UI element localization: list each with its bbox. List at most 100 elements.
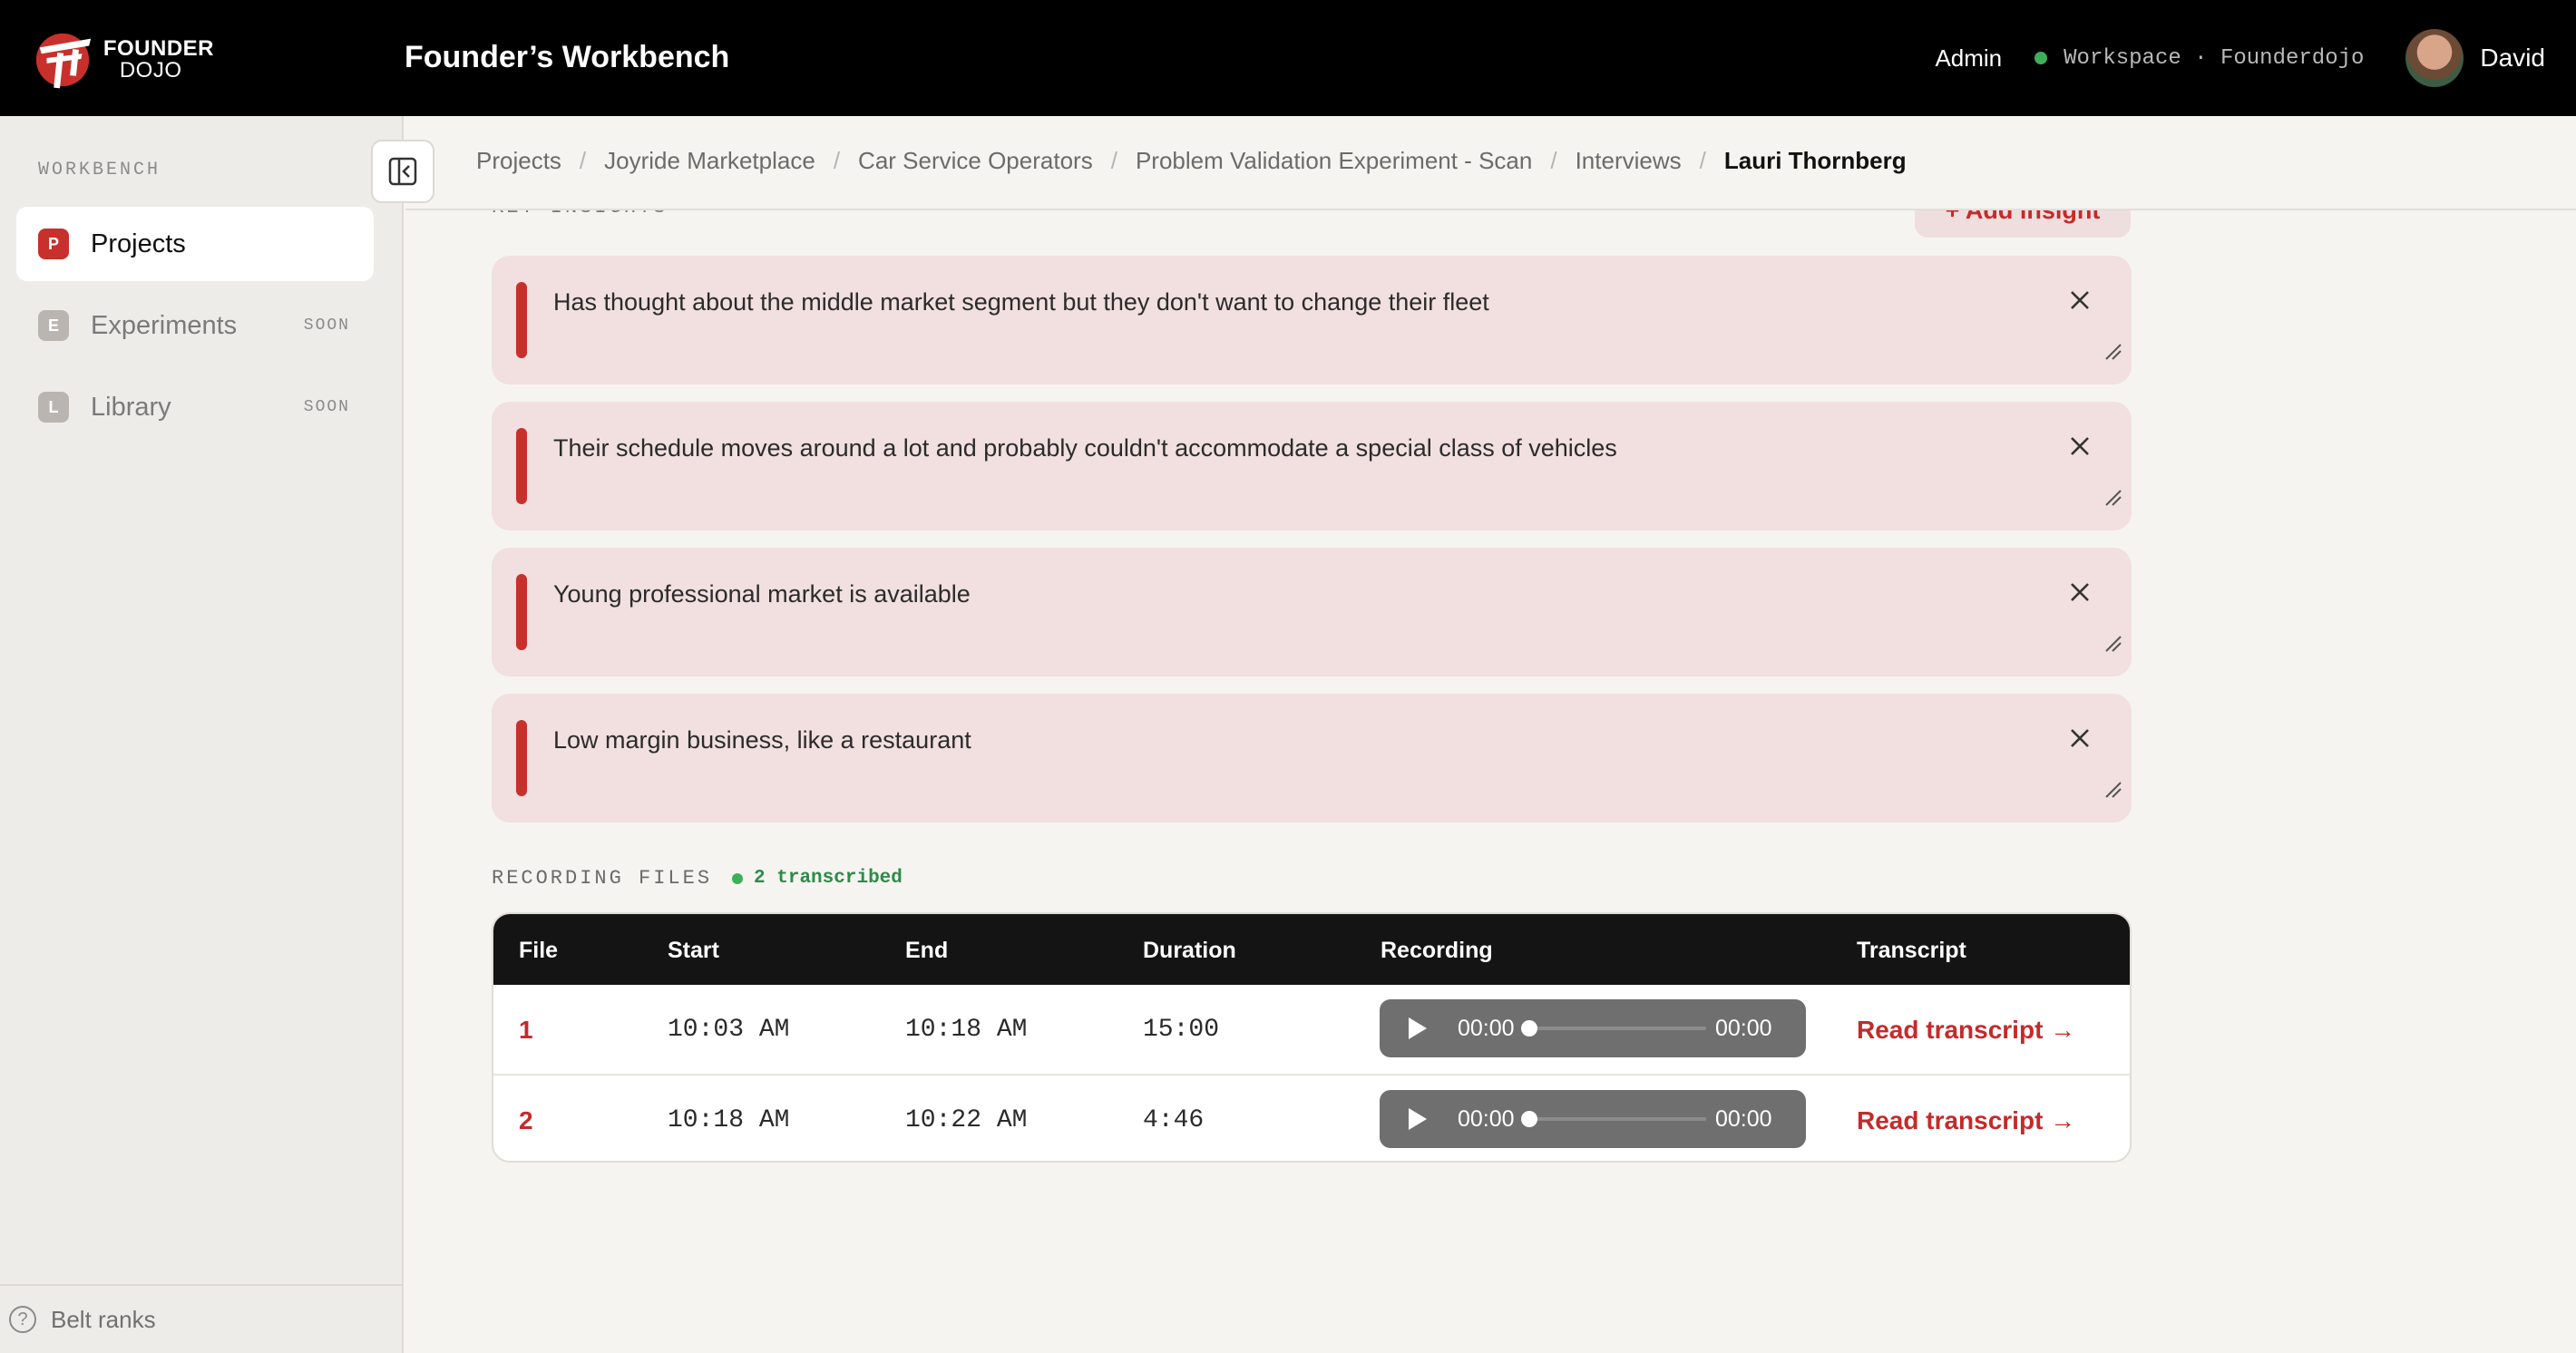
breadcrumb-separator: / [1110,147,1117,174]
start-time: 10:03 AM [668,1016,790,1044]
audio-seek-track[interactable] [1534,1117,1706,1121]
breadcrumb-separator: / [833,147,841,174]
table-header: File Start End Duration Recording Transc… [493,914,2130,985]
projects-badge: P [38,229,69,259]
insight-text[interactable]: Young professional market is available [553,580,971,608]
sidebar-item-experiments[interactable]: E Experiments SOON [16,288,374,363]
sidebar-item-projects[interactable]: P Projects [16,207,374,281]
close-icon[interactable] [2068,288,2092,312]
sidebar-heading: WORKBENCH [38,160,161,180]
insight-accent-bar [516,720,527,796]
user-avatar[interactable] [2405,29,2464,87]
top-right-cluster: Admin Workspace · Founderdojo David [1935,27,2545,89]
play-icon[interactable] [1407,1106,1429,1132]
insight-card[interactable]: Has thought about the middle market segm… [492,256,2132,384]
founder-dojo-logo[interactable]: FOUNDER DOJO [33,22,214,98]
breadcrumb: Projects / Joyride Marketplace / Car Ser… [476,147,1907,175]
audio-current-time: 00:00 [1458,1106,1515,1132]
sidebar: WORKBENCH P Projects E Experiments SOON … [0,116,404,1353]
transcribed-status-dot [732,872,744,884]
duration: 15:00 [1143,1016,1220,1044]
breadcrumb-project[interactable]: Joyride Marketplace [604,147,815,175]
logo-line-2: DOJO [119,58,182,83]
breadcrumb-segment[interactable]: Car Service Operators [858,147,1093,175]
insight-text[interactable]: Has thought about the middle market segm… [553,288,1489,316]
table-row: 1 10:03 AM 10:18 AM 15:00 00:00 00:00 Re… [493,985,2130,1074]
sidebar-item-label: Projects [91,229,186,258]
resize-handle-icon[interactable] [2103,633,2122,653]
file-number: 2 [519,1106,533,1134]
user-name[interactable]: David [2480,44,2545,73]
soon-badge: SOON [303,316,350,335]
breadcrumb-current: Lauri Thornberg [1723,147,1907,174]
resize-handle-icon[interactable] [2103,341,2122,361]
audio-seek-track[interactable] [1534,1027,1706,1030]
insight-accent-bar [516,574,527,650]
recordings-table: File Start End Duration Recording Transc… [492,912,2132,1163]
insight-text[interactable]: Low margin business, like a restaurant [553,726,971,754]
breadcrumb-projects[interactable]: Projects [476,147,561,175]
breadcrumb-separator: / [1699,147,1706,174]
audio-total-time: 00:00 [1715,1106,1772,1132]
help-circle-icon: ? [9,1306,36,1333]
workspace-status-dot [2034,52,2048,64]
read-transcript-link[interactable]: Read transcript → [1857,1106,2075,1135]
column-header-transcript: Transcript [1857,938,1966,963]
end-time: 10:22 AM [905,1106,1028,1134]
breadcrumb-bar: Projects / Joyride Marketplace / Car Ser… [371,116,2576,210]
workspace-selector[interactable]: Workspace · Founderdojo [2064,46,2364,71]
column-header-duration: Duration [1143,938,1236,963]
insight-accent-bar [516,428,527,504]
end-time: 10:18 AM [905,1016,1028,1044]
breadcrumb-experiment[interactable]: Problem Validation Experiment - Scan [1136,147,1532,175]
logo-line-1: FOUNDER [102,36,214,61]
resize-handle-icon[interactable] [2103,779,2122,799]
insight-card[interactable]: Low margin business, like a restaurant [492,694,2132,823]
file-number: 1 [519,1016,533,1044]
sidebar-item-library[interactable]: L Library SOON [16,370,374,444]
resize-handle-icon[interactable] [2103,487,2122,507]
play-icon[interactable] [1407,1016,1429,1041]
recording-files-header: RECORDING FILES 2 transcribed [492,867,903,890]
belt-ranks-label: Belt ranks [51,1305,156,1333]
insight-card[interactable]: Their schedule moves around a lot and pr… [492,402,2132,530]
duration: 4:46 [1143,1106,1205,1134]
audio-seek-handle[interactable] [1521,1111,1537,1127]
audio-player: 00:00 00:00 [1380,999,1806,1057]
breadcrumb-separator: / [579,147,587,174]
insight-card[interactable]: Young professional market is available [492,548,2132,676]
audio-seek-handle[interactable] [1521,1020,1537,1037]
sidebar-item-label: Library [91,392,171,422]
sidebar-collapse-icon [388,157,417,186]
table-row: 2 10:18 AM 10:22 AM 4:46 00:00 00:00 Rea… [493,1074,2130,1161]
close-icon[interactable] [2068,726,2092,750]
insight-accent-bar [516,282,527,358]
audio-player: 00:00 00:00 [1380,1090,1806,1148]
column-header-start: Start [668,938,719,963]
audio-total-time: 00:00 [1715,1016,1772,1041]
main-content: KEY INSIGHTS + Add insight Has thought a… [405,210,2576,1353]
breadcrumb-interviews[interactable]: Interviews [1576,147,1682,175]
read-transcript-link[interactable]: Read transcript → [1857,1016,2075,1045]
belt-ranks-link[interactable]: ? Belt ranks [0,1284,402,1353]
audio-current-time: 00:00 [1458,1016,1515,1041]
add-insight-button[interactable]: + Add insight [1915,210,2131,238]
recording-files-title: RECORDING FILES [492,867,713,890]
experiments-badge: E [38,310,69,341]
close-icon[interactable] [2068,580,2092,604]
insights-heading: KEY INSIGHTS [492,210,668,219]
start-time: 10:18 AM [668,1106,790,1134]
insight-text[interactable]: Their schedule moves around a lot and pr… [553,434,1617,462]
logo-wordmark: FOUNDER DOJO [103,38,214,82]
close-icon[interactable] [2068,434,2092,458]
breadcrumb-separator: / [1550,147,1557,174]
library-badge: L [38,392,69,423]
column-header-end: End [905,938,949,963]
transcribed-count: 2 transcribed [754,868,903,889]
top-bar: FOUNDER DOJO Founder’s Workbench Admin W… [0,0,2576,116]
app-title: Founder’s Workbench [405,40,730,74]
admin-link[interactable]: Admin [1935,44,2002,73]
sidebar-item-label: Experiments [91,310,238,340]
collapse-sidebar-button[interactable] [371,140,434,203]
column-header-file: File [519,938,559,963]
